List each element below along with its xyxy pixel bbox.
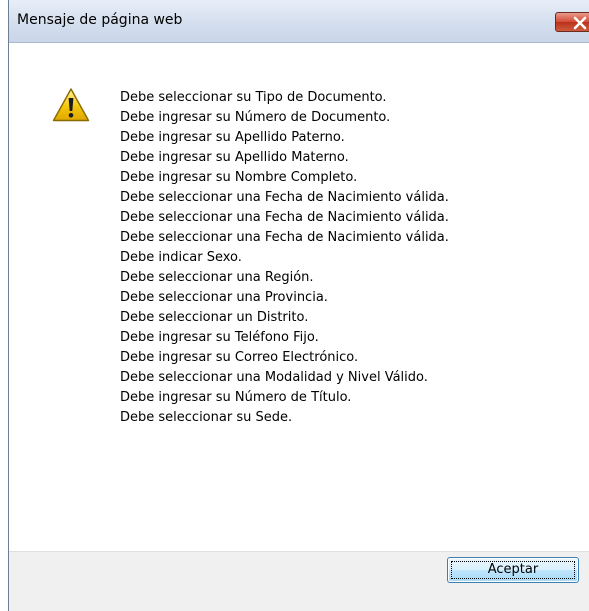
message-line: Debe seleccionar una Región.: [120, 270, 314, 285]
message-line: Debe seleccionar una Fecha de Nacimiento…: [120, 190, 449, 205]
ok-button-label: Aceptar: [487, 562, 539, 577]
message-line: Debe ingresar su Apellido Materno.: [120, 150, 349, 165]
title-bar[interactable]: Mensaje de página web: [9, 0, 589, 43]
dialog-footer: Aceptar: [9, 551, 589, 611]
message-line: Debe ingresar su Nombre Completo.: [120, 170, 358, 185]
message-line: Debe seleccionar un Distrito.: [120, 310, 309, 325]
message-line: Debe ingresar su Apellido Paterno.: [120, 130, 345, 145]
message-dialog: Mensaje de página web Debe seleccionar s…: [8, 0, 589, 611]
ok-button[interactable]: Aceptar: [447, 557, 579, 583]
close-button[interactable]: [555, 12, 589, 32]
message-line: Debe ingresar su Correo Electrónico.: [120, 350, 359, 365]
message-line: Debe seleccionar una Modalidad y Nivel V…: [120, 370, 428, 385]
message-line: Debe seleccionar una Provincia.: [120, 290, 328, 305]
message-line: Debe seleccionar su Tipo de Documento.: [120, 90, 387, 105]
message-line: Debe ingresar su Teléfono Fijo.: [120, 330, 319, 345]
message-line: Debe ingresar su Número de Título.: [120, 390, 352, 405]
window-title: Mensaje de página web: [17, 12, 183, 28]
close-icon: [573, 16, 587, 30]
message-list: Debe seleccionar su Tipo de Documento. D…: [120, 88, 449, 428]
message-line: Debe seleccionar una Fecha de Nacimiento…: [120, 210, 449, 225]
dialog-content: Debe seleccionar su Tipo de Documento. D…: [9, 43, 589, 551]
message-line: Debe indicar Sexo.: [120, 250, 242, 265]
message-line: Debe seleccionar una Fecha de Nacimiento…: [120, 230, 449, 245]
warning-icon: [52, 88, 90, 122]
message-line: Debe ingresar su Número de Documento.: [120, 110, 391, 125]
message-line: Debe seleccionar su Sede.: [120, 410, 293, 425]
